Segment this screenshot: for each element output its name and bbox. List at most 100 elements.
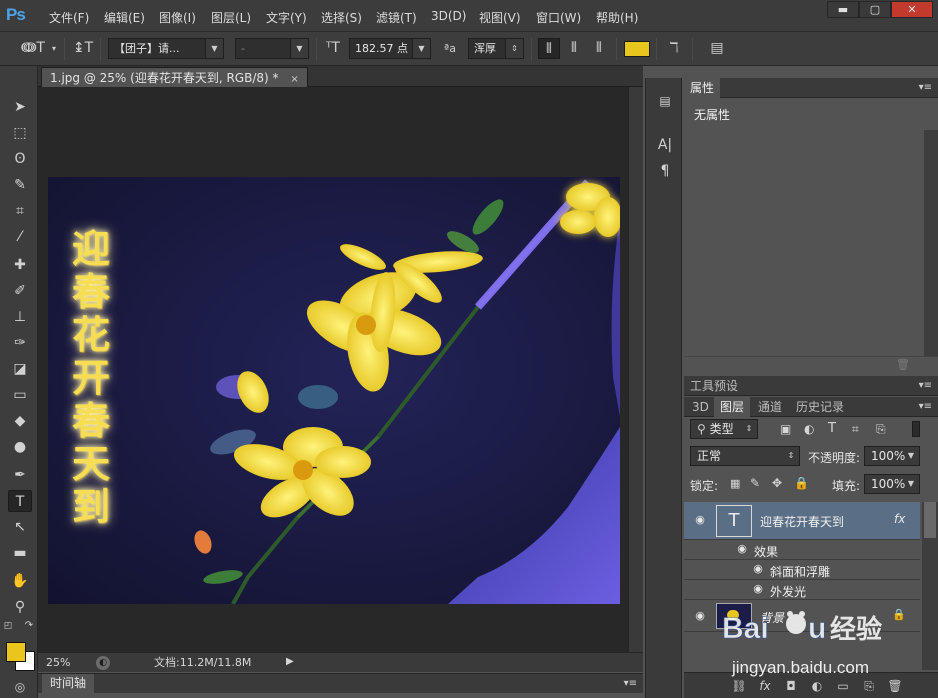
- lock-transparent-icon[interactable]: ▦: [730, 477, 740, 490]
- layer-row-text[interactable]: ◉ T 迎春花开春天到 fx: [684, 502, 920, 540]
- document-tab[interactable]: 1.jpg @ 25% (迎春花开春天到, RGB/8) * ×: [41, 67, 308, 87]
- crop-tool-icon[interactable]: ⌗: [8, 200, 32, 222]
- layers-scrollbar[interactable]: [922, 502, 938, 670]
- filter-type-icon[interactable]: T: [828, 421, 836, 436]
- path-selection-tool-icon[interactable]: ↖: [8, 516, 32, 538]
- text-color-swatch[interactable]: [624, 41, 650, 57]
- swap-colors-icon[interactable]: ↷: [22, 620, 36, 632]
- panel-menu-icon[interactable]: ▾≡: [919, 401, 932, 412]
- vertical-scrollbar[interactable]: [628, 87, 643, 653]
- align-right-icon[interactable]: ⦀: [588, 38, 610, 59]
- menu-file[interactable]: 文件(F): [49, 9, 89, 26]
- align-left-icon[interactable]: ⦀: [538, 38, 560, 59]
- filter-pixel-icon[interactable]: ▣: [780, 422, 791, 436]
- hand-tool-icon[interactable]: ✋: [8, 570, 32, 592]
- menu-image[interactable]: 图像(I): [159, 9, 196, 26]
- lock-all-icon[interactable]: 🔒: [794, 476, 809, 490]
- filter-smart-object-icon[interactable]: ⎘: [876, 422, 886, 437]
- font-style-select[interactable]: - ▼: [235, 38, 309, 59]
- layer-effect-bevel[interactable]: ◉ 斜面和浮雕: [684, 560, 920, 580]
- eye-icon[interactable]: ◉: [692, 609, 708, 625]
- status-icon[interactable]: ◐: [96, 656, 110, 670]
- close-icon[interactable]: ×: [290, 74, 298, 85]
- warp-text-icon[interactable]: ℸ: [663, 38, 685, 59]
- filter-toggle[interactable]: [912, 421, 920, 437]
- tab-3d[interactable]: 3D: [686, 397, 715, 417]
- close-button[interactable]: ✕: [891, 1, 933, 18]
- restore-button[interactable]: ▢: [859, 1, 891, 18]
- type-tool-icon[interactable]: T: [8, 490, 32, 512]
- menu-edit[interactable]: 编辑(E): [104, 9, 145, 26]
- fx-badge[interactable]: fx: [894, 512, 905, 526]
- move-tool-icon[interactable]: ➤: [8, 96, 32, 118]
- rectangle-tool-icon[interactable]: ▬: [8, 542, 32, 564]
- font-size-select[interactable]: 182.57 点 ▼: [349, 38, 431, 59]
- eraser-tool-icon[interactable]: ◪: [8, 358, 32, 380]
- tab-channels[interactable]: 通道: [752, 397, 788, 417]
- gradient-tool-icon[interactable]: ▭: [8, 384, 32, 406]
- layer-effect-outer-glow[interactable]: ◉ 外发光: [684, 580, 920, 600]
- opacity-field[interactable]: 100% ▼: [864, 446, 920, 466]
- menu-type[interactable]: 文字(Y): [266, 9, 307, 26]
- quick-select-tool-icon[interactable]: ✎: [8, 174, 32, 196]
- chevron-down-icon[interactable]: ▾: [48, 38, 60, 59]
- panel-menu-icon[interactable]: ▾≡: [919, 82, 932, 93]
- type-tool-preset-icon[interactable]: ↈT: [20, 38, 46, 59]
- foreground-color-swatch[interactable]: [6, 642, 26, 662]
- default-colors-icon[interactable]: ◰: [2, 620, 14, 632]
- healing-brush-tool-icon[interactable]: ✚: [8, 254, 32, 276]
- tab-layers[interactable]: 图层: [714, 397, 751, 417]
- blur-tool-icon[interactable]: ◆: [8, 410, 32, 432]
- menu-help[interactable]: 帮助(H): [596, 9, 638, 26]
- clone-stamp-tool-icon[interactable]: ⊥: [8, 306, 32, 328]
- dodge-tool-icon[interactable]: ●: [8, 436, 32, 458]
- scrollbar-thumb[interactable]: [924, 502, 936, 538]
- character-panel-icon[interactable]: ▤: [706, 38, 728, 59]
- panel-menu-icon[interactable]: ▾≡: [624, 678, 637, 689]
- lock-position-icon[interactable]: ✥: [772, 476, 782, 490]
- history-brush-tool-icon[interactable]: ✑: [8, 332, 32, 354]
- lock-image-icon[interactable]: ✎: [750, 476, 760, 490]
- eyedropper-tool-icon[interactable]: ⁄: [8, 226, 32, 248]
- status-menu-arrow-icon[interactable]: ▶: [286, 656, 294, 667]
- text-orientation-icon[interactable]: ↨T: [72, 38, 94, 59]
- menu-3d[interactable]: 3D(D): [431, 9, 466, 23]
- panel-menu-icon[interactable]: ▾≡: [919, 380, 932, 391]
- filter-shape-icon[interactable]: ⌗: [852, 422, 859, 437]
- menu-layer[interactable]: 图层(L): [211, 9, 251, 26]
- antialias-select[interactable]: 浑厚 ⇕: [468, 38, 524, 59]
- tool-presets-icon[interactable]: ▤: [654, 90, 676, 112]
- font-family-select[interactable]: 【团子】请... ▼: [108, 38, 224, 59]
- character-panel-icon[interactable]: A|: [654, 134, 676, 156]
- minimize-button[interactable]: ▬: [827, 1, 859, 18]
- eye-icon[interactable]: ◉: [750, 582, 766, 598]
- eye-icon[interactable]: ◉: [734, 542, 750, 558]
- tab-tool-presets[interactable]: 工具预设: [684, 376, 744, 396]
- eye-icon[interactable]: ◉: [750, 562, 766, 578]
- menu-filter[interactable]: 滤镜(T): [376, 9, 417, 26]
- document-image[interactable]: 迎 春 花 开 春 天 到: [48, 177, 620, 604]
- lasso-tool-icon[interactable]: ʘ: [8, 148, 32, 170]
- menu-select[interactable]: 选择(S): [321, 9, 362, 26]
- tab-timeline[interactable]: 时间轴: [42, 674, 95, 693]
- tab-properties[interactable]: 属性: [684, 78, 721, 98]
- canvas-area[interactable]: 迎 春 花 开 春 天 到: [38, 87, 628, 653]
- layer-effects-row[interactable]: ◉ 效果: [684, 540, 920, 560]
- eye-icon[interactable]: ◉: [692, 513, 708, 529]
- marquee-tool-icon[interactable]: ⬚: [8, 122, 32, 144]
- menu-view[interactable]: 视图(V): [479, 9, 521, 26]
- filter-adjustment-icon[interactable]: ◐: [804, 422, 814, 436]
- blend-mode-select[interactable]: 正常 ⇕: [690, 446, 800, 466]
- zoom-field[interactable]: 25%: [46, 655, 94, 671]
- properties-scrollbar[interactable]: [924, 130, 938, 356]
- quick-mask-icon[interactable]: ◎: [8, 676, 32, 698]
- layer-filter-select[interactable]: ⚲ 类型 ⇕: [690, 419, 758, 439]
- pen-tool-icon[interactable]: ✒: [8, 464, 32, 486]
- fill-field[interactable]: 100% ▼: [864, 474, 920, 494]
- tab-history[interactable]: 历史记录: [790, 397, 850, 417]
- paragraph-panel-icon[interactable]: ¶: [654, 160, 676, 182]
- align-center-icon[interactable]: ⦀: [563, 38, 585, 59]
- trash-icon[interactable]: 🗑: [896, 358, 910, 371]
- menu-window[interactable]: 窗口(W): [536, 9, 581, 26]
- zoom-tool-icon[interactable]: ⚲: [8, 596, 32, 618]
